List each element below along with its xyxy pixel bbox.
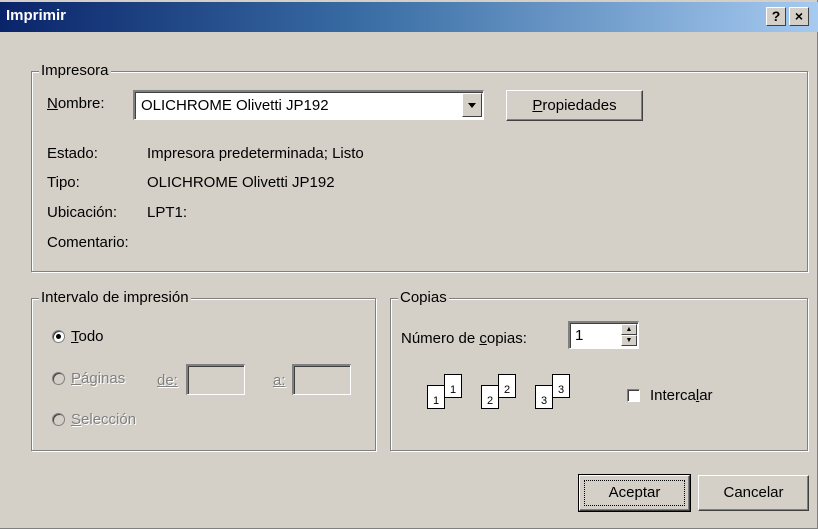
to-page-field[interactable] [292, 364, 351, 395]
location-value: LPT1: [147, 204, 188, 221]
collate-page-back-3: 3 [552, 374, 570, 398]
print-range-group-label: Intervalo de impresión [39, 289, 191, 306]
close-button[interactable]: × [789, 7, 809, 26]
spin-up-icon[interactable]: ▲ [621, 324, 637, 335]
copies-spinner[interactable]: ▲ ▼ [621, 324, 637, 346]
question-mark-icon: ? [771, 8, 781, 24]
type-label: Tipo: [47, 174, 80, 191]
chevron-down-icon [468, 103, 476, 108]
copies-group-label: Copias [398, 289, 449, 306]
spin-down-icon[interactable]: ▼ [621, 335, 637, 346]
status-label: Estado: [47, 145, 98, 162]
to-label: a: [273, 372, 286, 389]
printer-name-select[interactable]: OLICHROME Olivetti JP192 [133, 90, 484, 120]
title-bar: Imprimir ? × [0, 2, 818, 32]
printer-group-label: Impresora [39, 62, 111, 79]
help-button[interactable]: ? [766, 7, 786, 26]
ok-button[interactable]: Aceptar [578, 474, 691, 512]
copies-count-label: Número de copias: [401, 330, 527, 347]
window-title: Imprimir [6, 7, 67, 24]
close-icon: × [794, 8, 804, 24]
status-value: Impresora predeterminada; Listo [147, 145, 364, 162]
collate-page-front-2: 2 [481, 385, 499, 409]
dropdown-button[interactable] [462, 93, 482, 117]
properties-button[interactable]: Propiedades [506, 90, 643, 121]
all-radio[interactable] [52, 330, 65, 343]
comment-label: Comentario: [47, 234, 129, 251]
pages-radio-label[interactable]: Páginas [71, 370, 125, 387]
from-page-field[interactable] [186, 364, 245, 395]
collate-checkbox[interactable] [627, 389, 640, 402]
collate-page-front-1: 1 [427, 385, 445, 409]
type-value: OLICHROME Olivetti JP192 [147, 174, 335, 191]
from-label: de: [157, 372, 178, 389]
all-radio-label[interactable]: Todo [71, 328, 104, 345]
collate-label[interactable]: Intercalar [650, 387, 713, 404]
collate-page-back-1: 1 [444, 374, 462, 398]
printer-name-value: OLICHROME Olivetti JP192 [141, 97, 329, 114]
copies-count-field[interactable]: 1 ▲ ▼ [568, 321, 639, 349]
location-label: Ubicación: [47, 204, 118, 221]
focus-rect [584, 480, 685, 506]
pages-radio[interactable] [52, 372, 65, 385]
collate-page-back-2: 2 [498, 374, 516, 398]
copies-count-value: 1 [575, 327, 584, 344]
printer-name-label: Nombre: [47, 95, 105, 112]
cancel-button[interactable]: Cancelar [698, 475, 809, 511]
selection-radio-label[interactable]: Selección [71, 411, 136, 428]
selection-radio[interactable] [52, 413, 65, 426]
print-dialog: Imprimir ? × Impresora Nombre: OLICHROME… [0, 0, 818, 529]
radio-dot [56, 334, 61, 339]
collate-page-front-3: 3 [535, 385, 553, 409]
